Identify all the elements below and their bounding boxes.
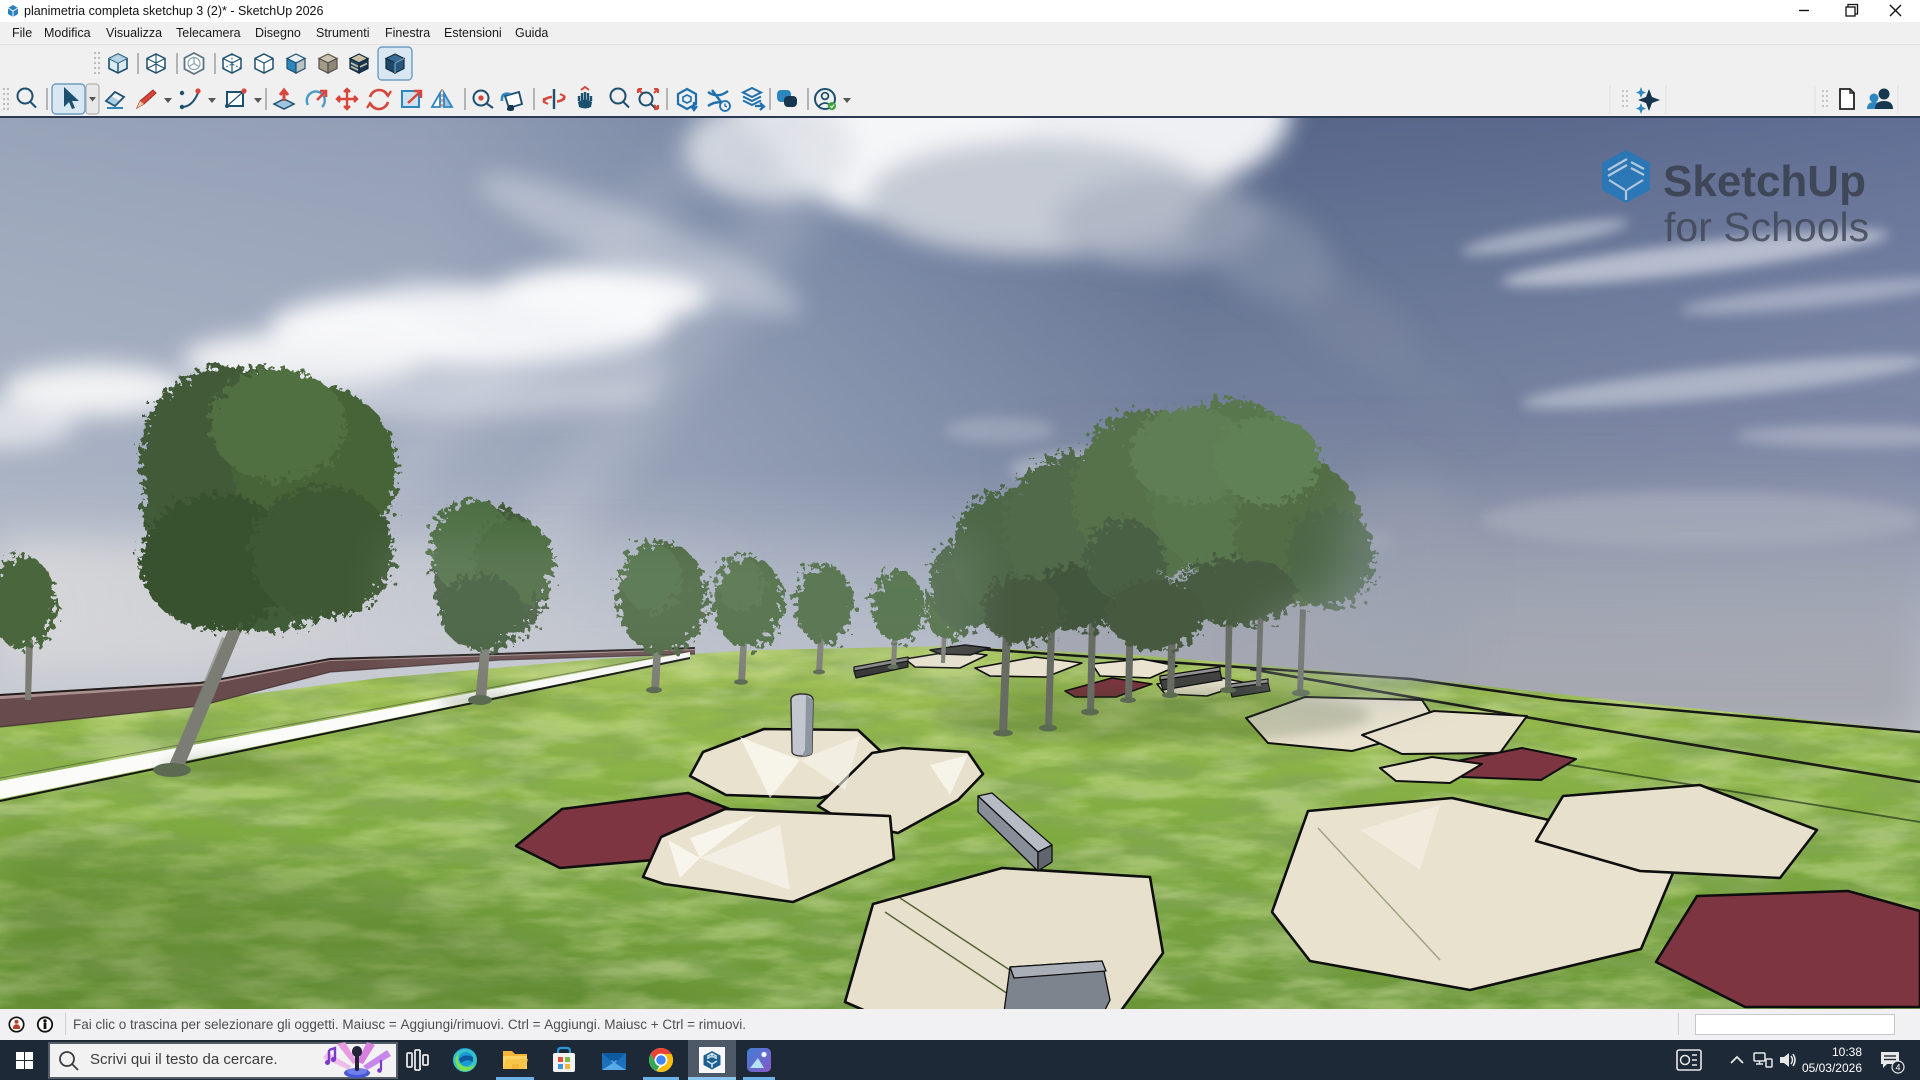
svg-text:SketchUp: SketchUp — [1663, 157, 1866, 206]
svg-text:4: 4 — [1895, 1063, 1900, 1073]
svg-text:for Schools: for Schools — [1664, 204, 1869, 250]
